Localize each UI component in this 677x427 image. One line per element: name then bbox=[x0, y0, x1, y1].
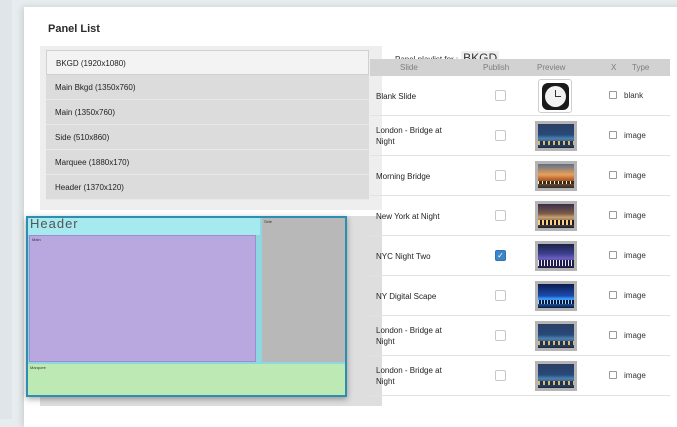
panel-item-header[interactable]: Header (1370x120) bbox=[46, 175, 369, 200]
table-row: London - Bridge at Night image bbox=[370, 116, 670, 156]
digital-thumbnail bbox=[535, 281, 577, 311]
slide-type: image bbox=[624, 331, 646, 340]
side-region[interactable]: Side bbox=[260, 218, 345, 362]
table-row: London - Bridge at Night image bbox=[370, 316, 670, 356]
slide-name: New York at Night bbox=[376, 211, 440, 221]
slide-type: image bbox=[624, 131, 646, 140]
column-header-type: Type bbox=[632, 63, 650, 72]
panel-item-main[interactable]: Main (1350x760) bbox=[46, 100, 369, 125]
sunset-thumbnail bbox=[535, 161, 577, 191]
remove-checkbox[interactable] bbox=[609, 331, 617, 339]
slide-name: Morning Bridge bbox=[376, 171, 431, 181]
table-row: London - Bridge at Night image bbox=[370, 356, 670, 396]
city-thumbnail bbox=[535, 121, 577, 151]
layout-preview: Header Side Main Marquee bbox=[26, 216, 347, 397]
publish-checkbox[interactable] bbox=[495, 290, 506, 301]
column-header-preview: Preview bbox=[537, 63, 566, 72]
slide-type: image bbox=[624, 171, 646, 180]
panel-list-items: BKGD (1920x1080) Main Bkgd (1350x760) Ma… bbox=[46, 50, 369, 200]
publish-checkbox[interactable] bbox=[495, 210, 506, 221]
slide-type: image bbox=[624, 291, 646, 300]
nyc2-thumbnail bbox=[535, 241, 577, 271]
slide-type: image bbox=[624, 211, 646, 220]
table-header: Slide Publish Preview X Type bbox=[370, 59, 670, 76]
publish-checkbox[interactable] bbox=[495, 330, 506, 341]
slide-name: London - Bridge at Night bbox=[376, 126, 442, 146]
slide-name: NYC Night Two bbox=[376, 251, 431, 261]
table-row: Blank Slide blank bbox=[370, 76, 670, 116]
header-region[interactable]: Header bbox=[28, 218, 261, 235]
slide-type: image bbox=[624, 371, 646, 380]
publish-checkbox-checked[interactable]: ✓ bbox=[495, 250, 506, 261]
table-row: New York at Night image bbox=[370, 196, 670, 236]
publish-checkbox[interactable] bbox=[495, 170, 506, 181]
table-row: NYC Night Two ✓ image bbox=[370, 236, 670, 276]
remove-checkbox[interactable] bbox=[609, 131, 617, 139]
panel-item-main-bkgd[interactable]: Main Bkgd (1350x760) bbox=[46, 75, 369, 100]
panel-item-bkgd[interactable]: BKGD (1920x1080) bbox=[46, 50, 369, 75]
column-header-publish: Publish bbox=[483, 63, 510, 72]
clock-icon bbox=[538, 79, 572, 113]
page-title: Panel List bbox=[48, 23, 100, 35]
city-thumbnail bbox=[535, 361, 577, 391]
publish-checkbox[interactable] bbox=[495, 130, 506, 141]
slide-name: London - Bridge at Night bbox=[376, 326, 442, 346]
panel-list: BKGD (1920x1080) Main Bkgd (1350x760) Ma… bbox=[40, 46, 382, 210]
remove-checkbox[interactable] bbox=[609, 91, 617, 99]
slide-name: NY Digital Scape bbox=[376, 291, 437, 301]
city-thumbnail bbox=[535, 321, 577, 351]
slide-type: image bbox=[624, 251, 646, 260]
remove-checkbox[interactable] bbox=[609, 371, 617, 379]
panel-item-side[interactable]: Side (510x860) bbox=[46, 125, 369, 150]
remove-checkbox[interactable] bbox=[609, 171, 617, 179]
playlist-table: Slide Publish Preview X Type Blank Slide… bbox=[370, 59, 670, 396]
main-region[interactable]: Main bbox=[29, 235, 256, 362]
table-row: NY Digital Scape image bbox=[370, 276, 670, 316]
ny-thumbnail bbox=[535, 201, 577, 231]
marquee-region[interactable]: Marquee bbox=[28, 364, 345, 395]
slide-type: blank bbox=[624, 91, 644, 100]
publish-checkbox[interactable] bbox=[495, 370, 506, 381]
slide-name: London - Bridge at Night bbox=[376, 366, 442, 386]
remove-checkbox[interactable] bbox=[609, 291, 617, 299]
remove-checkbox[interactable] bbox=[609, 211, 617, 219]
publish-checkbox[interactable] bbox=[495, 90, 506, 101]
remove-checkbox[interactable] bbox=[609, 251, 617, 259]
slide-name: Blank Slide bbox=[376, 91, 417, 101]
table-row: Morning Bridge image bbox=[370, 156, 670, 196]
panel-item-marquee[interactable]: Marquee (1880x170) bbox=[46, 150, 369, 175]
column-header-x: X bbox=[611, 63, 617, 72]
column-header-slide: Slide bbox=[400, 63, 418, 72]
left-edge-strip bbox=[0, 0, 12, 419]
